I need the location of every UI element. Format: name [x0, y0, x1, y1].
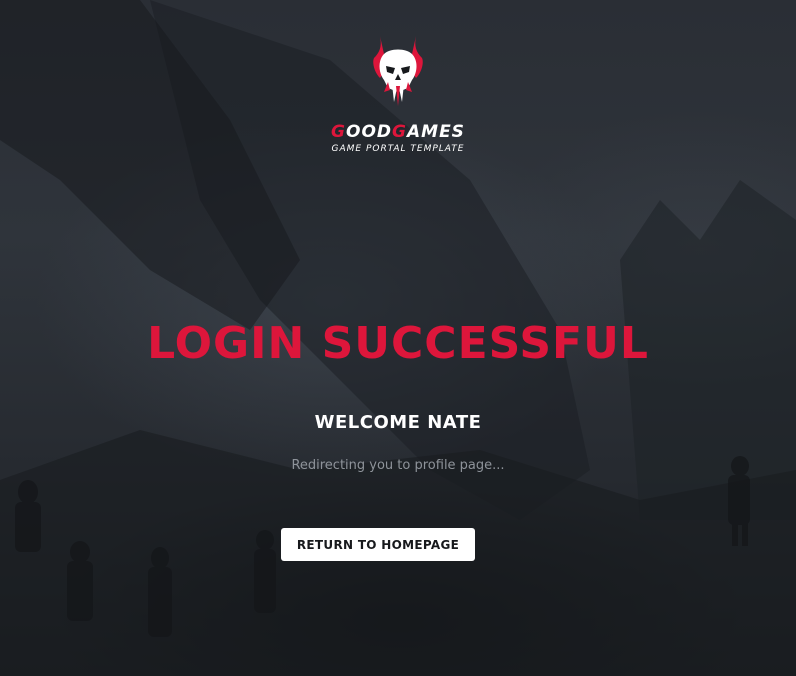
brand-name-part-2: OOD: [346, 122, 393, 142]
brand-name-part-1: G: [331, 122, 347, 142]
login-success-heading: LOGIN SUCCESSFUL: [147, 318, 649, 369]
welcome-message: WELCOME NATE: [314, 412, 482, 433]
brand-tagline: GAME PORTAL TEMPLATE: [331, 144, 465, 154]
brand-name-part-4: AMES: [407, 122, 465, 142]
demon-skull-icon: [373, 36, 423, 106]
redirect-notice: Redirecting you to profile page...: [291, 458, 505, 473]
brand-logo[interactable]: GOODGAMES GAME PORTAL TEMPLATE: [0, 32, 796, 154]
brand-name: GOODGAMES: [0, 122, 796, 142]
brand-name-part-3: G: [392, 122, 407, 142]
return-to-homepage-button[interactable]: RETURN TO HOMEPAGE: [281, 528, 475, 561]
